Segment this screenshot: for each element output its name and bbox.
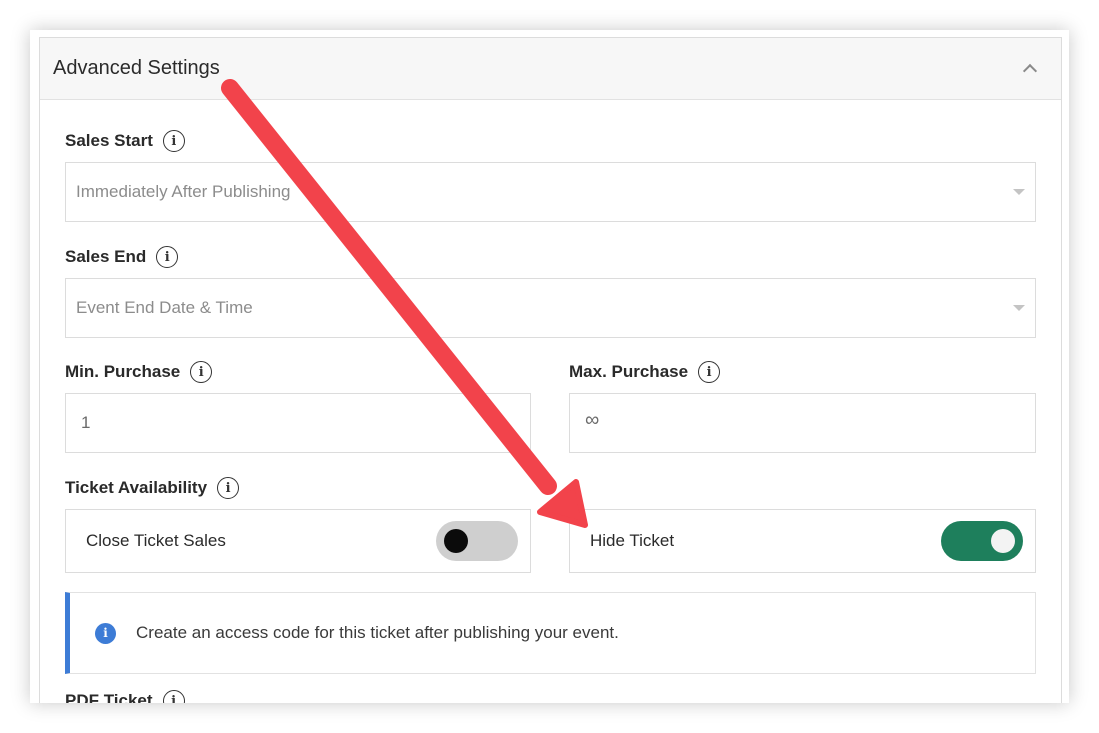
sales-end-label: Sales End i bbox=[65, 246, 179, 268]
access-code-notice: i Create an access code for this ticket … bbox=[65, 592, 1036, 674]
pdf-ticket-label: PDF Ticket i bbox=[65, 690, 185, 703]
min-purchase-label: Min. Purchase i bbox=[65, 361, 213, 383]
pdf-ticket-label-text: PDF Ticket bbox=[65, 691, 153, 703]
chevron-up-icon[interactable] bbox=[1022, 63, 1038, 79]
panel-header[interactable]: Advanced Settings bbox=[40, 38, 1061, 100]
advanced-settings-panel: Advanced Settings Sales Start i Immediat… bbox=[39, 37, 1062, 703]
caret-down-icon bbox=[1013, 189, 1025, 195]
max-purchase-input[interactable]: ∞ bbox=[569, 393, 1036, 453]
toggle-knob bbox=[444, 529, 468, 553]
min-purchase-label-text: Min. Purchase bbox=[65, 362, 181, 381]
max-purchase-label: Max. Purchase i bbox=[569, 361, 721, 383]
ticket-availability-label-text: Ticket Availability bbox=[65, 478, 208, 497]
sales-start-label: Sales Start i bbox=[65, 130, 185, 152]
close-ticket-sales-toggle[interactable] bbox=[436, 521, 518, 561]
toggle-knob bbox=[991, 529, 1015, 553]
sales-end-label-text: Sales End bbox=[65, 247, 147, 266]
info-icon[interactable]: i bbox=[217, 477, 240, 499]
max-purchase-label-text: Max. Purchase bbox=[569, 362, 689, 381]
ticket-availability-label: Ticket Availability i bbox=[65, 477, 240, 499]
notice-text: Create an access code for this ticket af… bbox=[136, 623, 619, 642]
close-ticket-sales-row: Close Ticket Sales bbox=[65, 509, 531, 573]
sales-end-value: Event End Date & Time bbox=[76, 298, 253, 317]
info-icon[interactable]: i bbox=[162, 690, 185, 703]
sales-start-label-text: Sales Start bbox=[65, 131, 153, 150]
hide-ticket-label: Hide Ticket bbox=[590, 531, 675, 550]
page-frame: Advanced Settings Sales Start i Immediat… bbox=[30, 30, 1069, 703]
caret-down-icon bbox=[1013, 305, 1025, 311]
max-purchase-value: ∞ bbox=[585, 409, 600, 431]
panel-title: Advanced Settings bbox=[53, 57, 220, 79]
info-icon[interactable]: i bbox=[156, 246, 179, 268]
min-purchase-input[interactable]: 1 bbox=[65, 393, 531, 453]
sales-start-select[interactable]: Immediately After Publishing bbox=[65, 162, 1036, 222]
hide-ticket-row: Hide Ticket bbox=[569, 509, 1036, 573]
info-icon[interactable]: i bbox=[162, 130, 185, 152]
hide-ticket-toggle[interactable] bbox=[941, 521, 1023, 561]
sales-start-value: Immediately After Publishing bbox=[76, 182, 291, 201]
sales-end-select[interactable]: Event End Date & Time bbox=[65, 278, 1036, 338]
info-icon[interactable]: i bbox=[190, 361, 213, 383]
close-ticket-sales-label: Close Ticket Sales bbox=[86, 531, 226, 550]
min-purchase-value: 1 bbox=[81, 413, 91, 432]
info-filled-icon: i bbox=[95, 622, 116, 644]
info-icon[interactable]: i bbox=[698, 361, 721, 383]
